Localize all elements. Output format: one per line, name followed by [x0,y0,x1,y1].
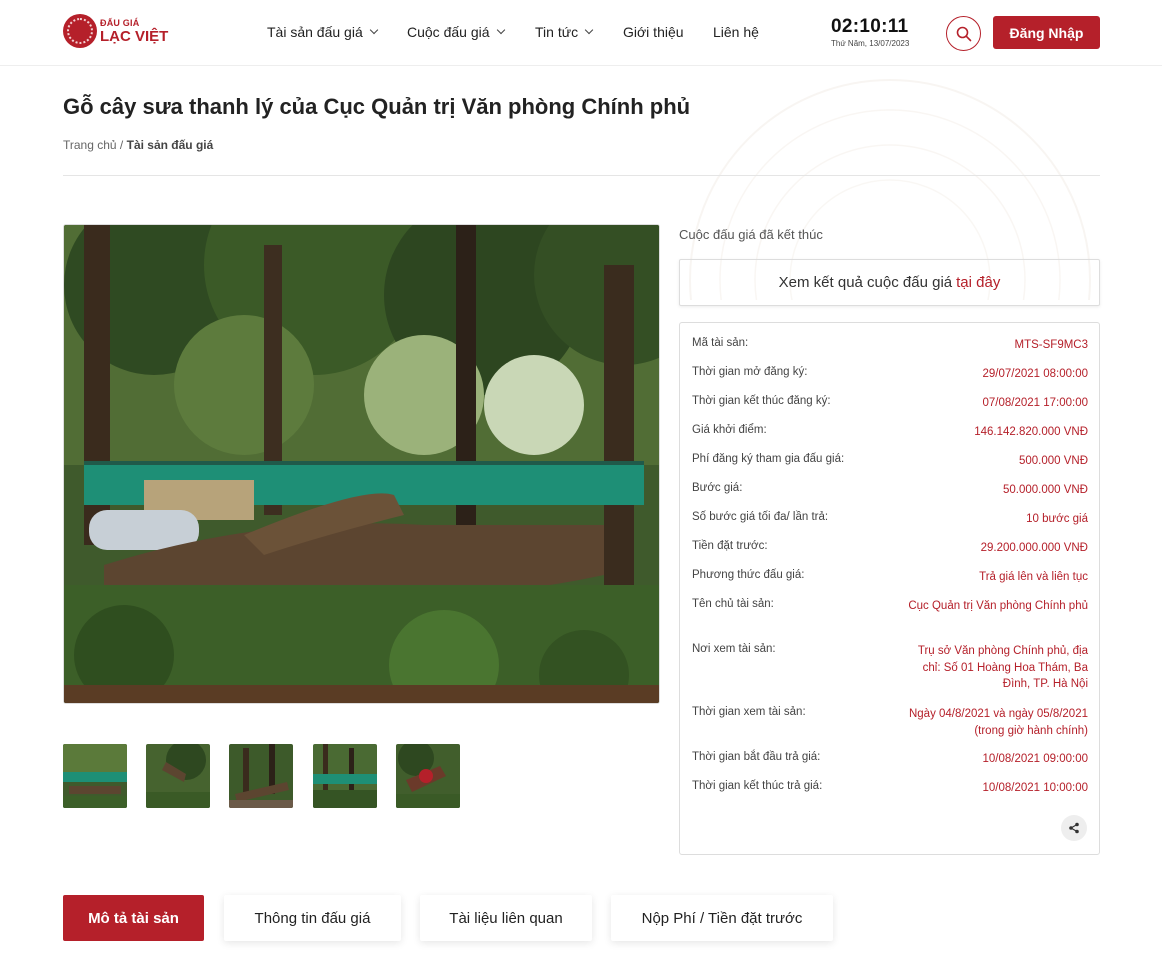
nav-item-label: Tin tức [535,24,579,40]
info-label: Thời gian bắt đầu trả giá: [692,751,821,763]
info-value: 50.000.000 VNĐ [1002,484,1088,496]
logo-bottom-text: LẠC VIỆT [100,27,169,45]
nav-item-label: Cuộc đấu giá [407,24,490,40]
info-label: Thời gian kết thúc đăng ký: [692,395,831,407]
info-label: Phí đăng ký tham gia đấu giá: [692,453,845,465]
tab-fees-deposit[interactable]: Nộp Phí / Tiền đặt trước [611,895,833,941]
breadcrumb: Trang chủ / Tài sản đấu giá [63,138,213,152]
auction-result-box: Xem kết quả cuộc đấu giá tại đây [679,259,1100,306]
thumbnail-2[interactable] [146,744,210,808]
info-label: Giá khởi điểm: [692,424,767,436]
site-logo[interactable]: ĐẤU GIÁ LẠC VIỆT [63,14,168,48]
info-label: Tiền đặt trước: [692,540,768,552]
breadcrumb-home-link[interactable]: Trang chủ [63,138,117,152]
thumbnail-4[interactable] [313,744,377,808]
info-label: Bước giá: [692,482,743,494]
thumbnail-1[interactable] [63,744,127,808]
chevron-down-icon [369,25,378,35]
info-label: Số bước giá tối đa/ lần trả: [692,511,829,523]
breadcrumb-current: Tài sản đấu giá [126,138,214,152]
info-label: Tên chủ tài sản: [692,598,774,610]
info-value: 10/08/2021 10:00:00 [982,782,1088,794]
page-title: Gỗ cây sưa thanh lý của Cục Quản trị Văn… [63,94,691,119]
info-value: 29/07/2021 08:00:00 [982,368,1088,380]
nav-item-assets[interactable]: Tài sản đấu giá [267,24,378,40]
title-divider [63,175,1100,176]
chevron-down-icon [584,25,594,35]
logo-seal-icon [63,14,97,48]
nav-item-about[interactable]: Giới thiệu [623,24,684,40]
info-label: Mã tài sản: [692,337,749,349]
nav-item-label: Giới thiệu [623,24,684,40]
asset-main-photo[interactable] [63,224,660,704]
tab-related-documents[interactable]: Tài liệu liên quan [420,895,592,941]
tab-asset-description[interactable]: Mô tả tài sản [63,895,204,941]
info-value: MTS-SF9MC3 [1014,339,1088,351]
info-value: 07/08/2021 17:00:00 [982,397,1088,409]
logo-top-text: ĐẤU GIÁ [100,17,140,28]
asset-info-card: Mã tài sản: MTS-SF9MC3 Thời gian mở đăng… [679,322,1100,855]
tab-auction-info[interactable]: Thông tin đấu giá [224,895,401,941]
info-value: Cục Quản trị Văn phòng Chính phủ [908,600,1088,612]
thumbnail-3[interactable] [229,744,293,808]
search-icon [956,26,971,41]
info-value: Trụ sở Văn phòng Chính phủ, địa chỉ: Số … [917,645,1088,690]
breadcrumb-separator: / [116,138,127,152]
info-value: Trả giá lên và liên tục [979,571,1088,583]
result-text: Xem kết quả cuộc đấu giá [778,274,953,291]
info-label: Phương thức đấu giá: [692,569,805,581]
info-label: Thời gian mở đăng ký: [692,366,808,378]
nav-item-contact[interactable]: Liên hệ [713,24,759,40]
search-button[interactable] [946,16,981,51]
info-value: 500.000 VNĐ [1018,455,1088,467]
info-value: 10 bước giá [1026,513,1088,525]
nav-item-auctions[interactable]: Cuộc đấu giá [407,24,505,40]
result-link[interactable]: tại đây [956,274,1000,291]
chevron-down-icon [496,25,505,35]
info-value: 10/08/2021 09:00:00 [982,753,1088,765]
nav-item-label: Liên hệ [713,24,759,40]
nav-item-news[interactable]: Tin tức [535,24,594,40]
info-label: Nơi xem tài sản: [692,643,776,655]
clock-time: 02:10:11 [831,16,909,37]
fallen-tree-photo [64,225,659,703]
auction-status: Cuộc đấu giá đã kết thúc [679,227,823,242]
info-value: 29.200.000.000 VNĐ [980,542,1088,554]
info-value: 146.142.820.000 VNĐ [974,426,1088,438]
thumbnail-5[interactable] [396,744,460,808]
nav-item-label: Tài sản đấu giá [267,24,363,40]
clock-date: Thứ Năm, 13/07/2023 [831,39,910,48]
info-label: Thời gian xem tài sản: [692,706,806,718]
share-button[interactable] [1061,815,1087,841]
login-button[interactable]: Đăng Nhập [993,16,1100,49]
info-value: Ngày 04/8/2021 và ngày 05/8/2021 (trong … [908,708,1088,737]
share-icon [1069,822,1079,834]
server-clock: 02:10:11 Thứ Năm, 13/07/2023 [831,16,931,48]
info-label: Thời gian kết thúc trả giá: [692,780,823,792]
site-header: ĐẤU GIÁ LẠC VIỆT Tài sản đấu giá Cuộc đấ… [0,0,1162,66]
